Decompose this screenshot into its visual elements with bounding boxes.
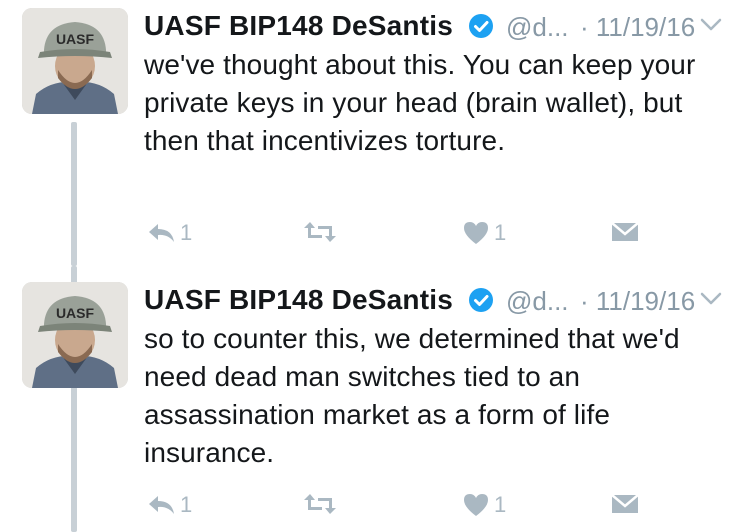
heart-icon — [464, 494, 488, 516]
like-count: 1 — [494, 492, 507, 517]
author-handle[interactable]: @d... — [506, 12, 569, 43]
reply-count: 1 — [180, 492, 193, 517]
tweet-header: UASF BIP148 DeSantis @d... · 11/19/16 — [144, 284, 739, 324]
avatar[interactable]: UASF — [22, 8, 128, 114]
author-name[interactable]: UASF BIP148 DeSantis — [144, 10, 453, 42]
tweet-actions: 1 1 — [144, 492, 704, 528]
reply-count: 1 — [180, 220, 193, 245]
like-count: 1 — [494, 220, 507, 245]
retweet-button[interactable] — [302, 492, 342, 516]
tweet[interactable]: UASF UASF BIP148 DeSantis @d... · 11/19/… — [0, 266, 749, 532]
chevron-down-icon[interactable] — [700, 292, 722, 306]
reply-button[interactable]: 1 — [146, 220, 192, 246]
avatar-cap-text: UASF — [56, 31, 95, 47]
author-handle[interactable]: @d... — [506, 286, 569, 317]
like-button[interactable]: 1 — [462, 492, 506, 518]
tweet-text: so to counter this, we determined that w… — [144, 323, 680, 468]
tweet-text: we've thought about this. You can keep y… — [144, 49, 696, 156]
direct-message-icon — [611, 494, 639, 513]
reply-icon — [149, 224, 174, 242]
retweet-icon — [304, 222, 336, 242]
direct-message-button[interactable] — [610, 220, 640, 244]
avatar-cap-text: UASF — [56, 305, 95, 321]
retweet-icon — [304, 494, 336, 514]
tweet-actions: 1 1 — [144, 220, 704, 256]
direct-message-button[interactable] — [610, 492, 640, 516]
heart-icon — [464, 222, 488, 244]
verified-badge-icon — [469, 288, 493, 312]
author-name[interactable]: UASF BIP148 DeSantis — [144, 284, 453, 316]
reply-icon — [149, 496, 174, 514]
chevron-down-icon[interactable] — [700, 18, 722, 32]
tweet-header: UASF BIP148 DeSantis @d... · 11/19/16 — [144, 10, 739, 50]
tweet[interactable]: UASF UASF BIP148 DeSantis @d... · 11/19/… — [0, 0, 749, 266]
thread-connector — [71, 382, 77, 532]
direct-message-icon — [611, 222, 639, 241]
tweet-date[interactable]: · 11/19/16 — [580, 286, 695, 317]
retweet-button[interactable] — [302, 220, 342, 244]
avatar[interactable]: UASF — [22, 282, 128, 388]
like-button[interactable]: 1 — [462, 220, 506, 246]
tweet-date[interactable]: · 11/19/16 — [580, 12, 695, 43]
reply-button[interactable]: 1 — [146, 492, 192, 518]
verified-badge-icon — [469, 14, 493, 38]
thread-connector — [71, 122, 77, 266]
